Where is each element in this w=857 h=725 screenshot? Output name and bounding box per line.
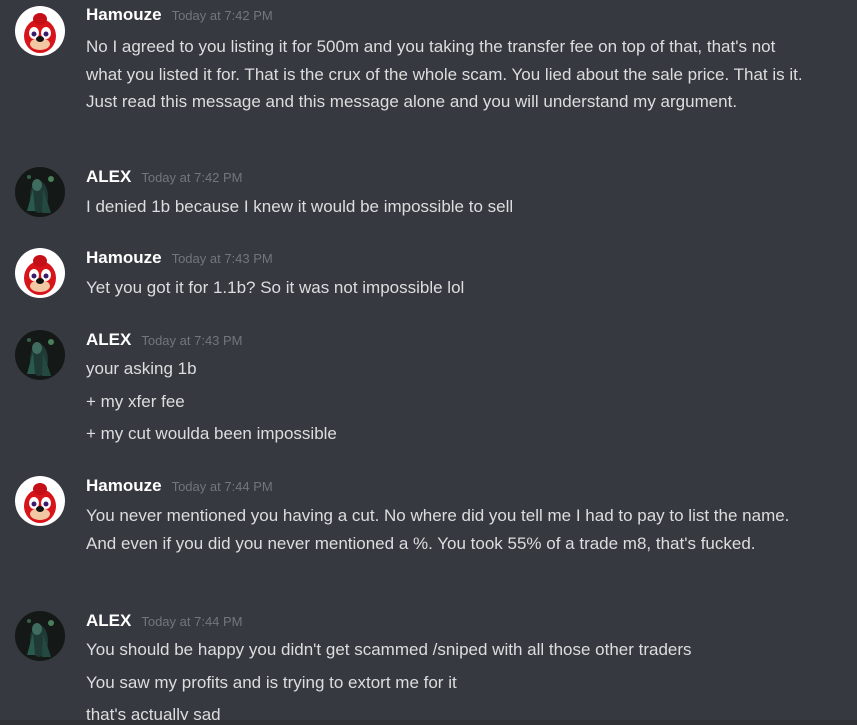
timestamp: Today at 7:42 PM: [171, 8, 273, 23]
timestamp: Today at 7:43 PM: [141, 333, 243, 348]
message-header: ALEX Today at 7:44 PM: [86, 611, 243, 633]
username[interactable]: ALEX: [86, 167, 131, 187]
timestamp: Today at 7:43 PM: [171, 251, 273, 266]
message-header: Hamouze Today at 7:44 PM: [86, 476, 273, 498]
username[interactable]: ALEX: [86, 611, 131, 631]
message-text: You never mentioned you having a cut. No…: [86, 506, 790, 553]
username[interactable]: Hamouze: [86, 5, 162, 25]
message-text: your asking 1b: [86, 359, 197, 378]
message-header: Hamouze Today at 7:43 PM: [86, 248, 273, 270]
message-header: Hamouze Today at 7:42 PM: [86, 5, 273, 27]
timestamp: Today at 7:44 PM: [141, 614, 243, 629]
composer-edge: [0, 720, 857, 725]
dark-figure-avatar-icon[interactable]: [15, 167, 65, 217]
message-text: You should be happy you didn't get scamm…: [86, 640, 692, 659]
message-text: + my xfer fee: [86, 392, 185, 411]
message-header: ALEX Today at 7:43 PM: [86, 330, 243, 352]
message-text: No I agreed to you listing it for 500m a…: [86, 37, 803, 111]
dark-figure-avatar-icon[interactable]: [15, 330, 65, 380]
username[interactable]: ALEX: [86, 330, 131, 350]
ugandan-knuckles-avatar-icon[interactable]: [15, 476, 65, 526]
timestamp: Today at 7:42 PM: [141, 170, 243, 185]
timestamp: Today at 7:44 PM: [171, 479, 273, 494]
username[interactable]: Hamouze: [86, 476, 162, 496]
ugandan-knuckles-avatar-icon[interactable]: [15, 248, 65, 298]
dark-figure-avatar-icon[interactable]: [15, 611, 65, 661]
username[interactable]: Hamouze: [86, 248, 162, 268]
message-text: Yet you got it for 1.1b? So it was not i…: [86, 278, 465, 297]
message-text: I denied 1b because I knew it would be i…: [86, 197, 514, 216]
message-header: ALEX Today at 7:42 PM: [86, 167, 243, 189]
message-text: You saw my profits and is trying to exto…: [86, 673, 457, 692]
ugandan-knuckles-avatar-icon[interactable]: [15, 6, 65, 56]
message-text: + my cut woulda been impossible: [86, 424, 337, 443]
